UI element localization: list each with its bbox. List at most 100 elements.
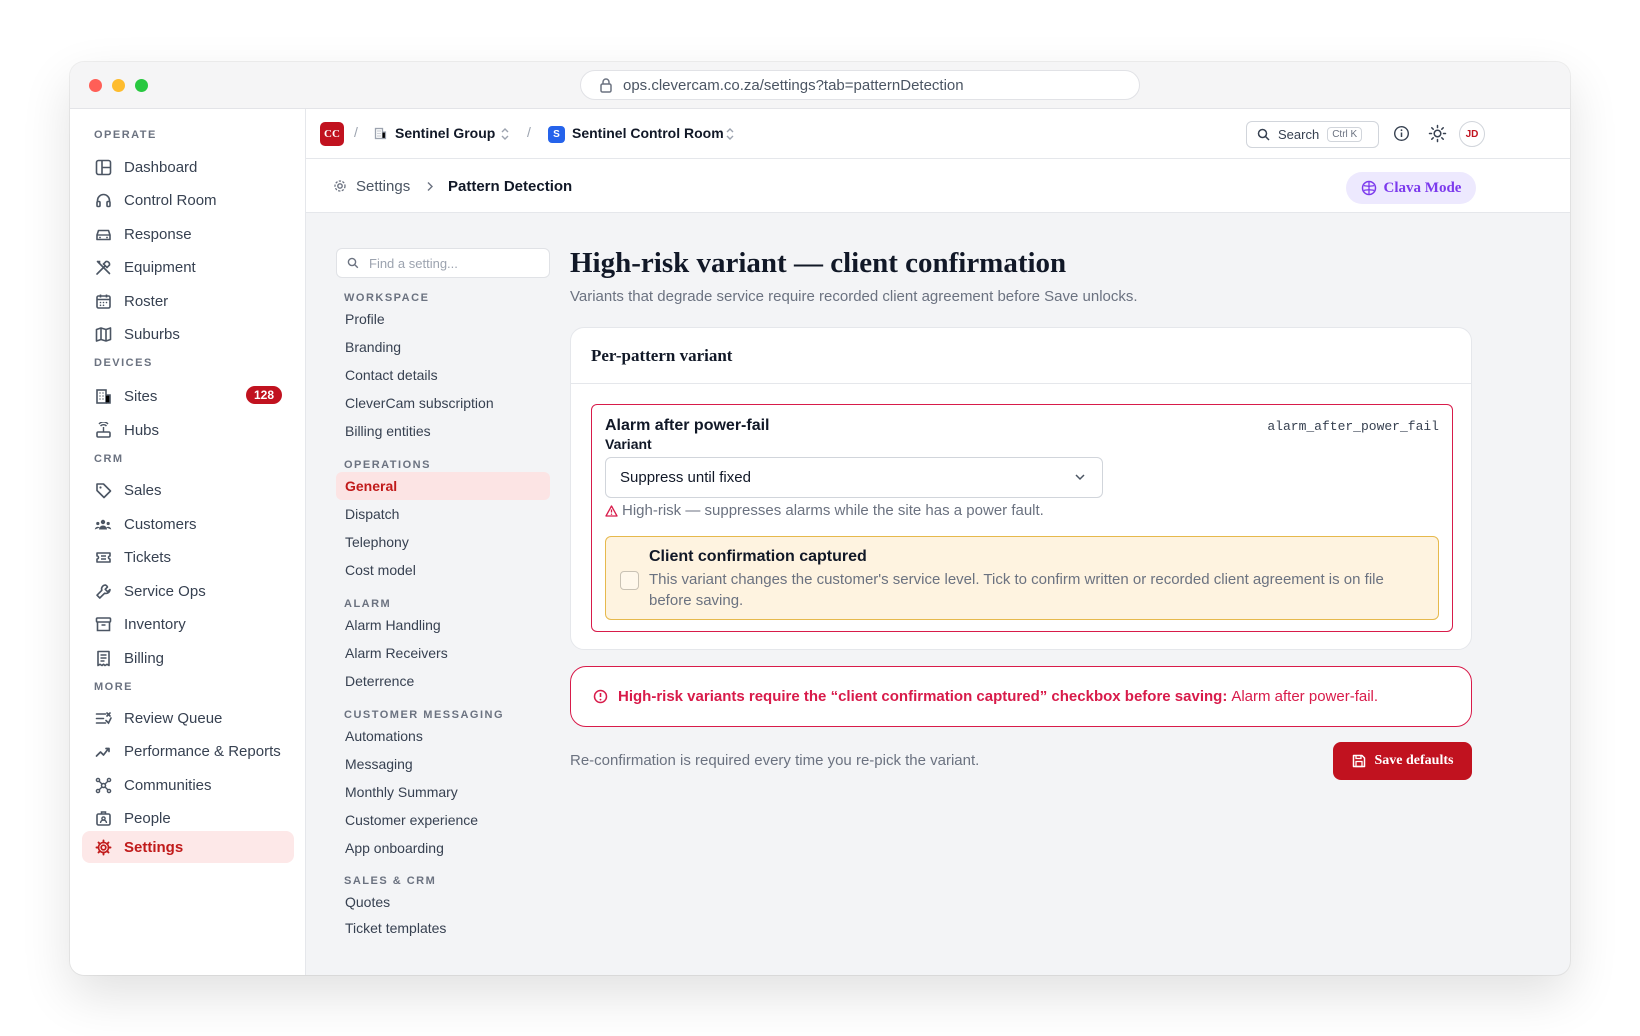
map-icon <box>94 325 112 343</box>
chevron-updown-icon[interactable] <box>500 127 510 141</box>
chevron-down-icon <box>1075 474 1085 481</box>
pattern-key: alarm_after_power_fail <box>1267 419 1439 434</box>
sidebar-item-customers[interactable]: Customers <box>82 508 294 540</box>
sidebar-item-label: Customers <box>124 515 197 533</box>
settings-nav-general[interactable]: General <box>336 472 550 500</box>
org-logo[interactable]: CC <box>320 122 344 146</box>
sidebar-item-label: Inventory <box>124 615 186 633</box>
settings-nav-profile[interactable]: Profile <box>336 305 550 333</box>
lock-icon <box>600 78 612 93</box>
sidebar-item-equipment[interactable]: Equipment <box>82 251 294 283</box>
sidebar-item-label: Settings <box>124 838 184 856</box>
sidebar-item-label: Control Room <box>124 191 217 209</box>
room-switcher[interactable]: Sentinel Control Room <box>572 125 724 141</box>
sun-icon[interactable] <box>1428 124 1447 143</box>
receipt-icon <box>94 649 112 667</box>
save-icon <box>1352 754 1365 768</box>
risk-warning-text: High-risk — suppresses alarms while the … <box>622 502 1044 519</box>
headset-icon <box>94 191 112 209</box>
sidebar-item-service-ops[interactable]: Service Ops <box>82 575 294 607</box>
user-avatar[interactable]: JD <box>1459 121 1485 147</box>
sidebar-item-label: Equipment <box>124 258 196 276</box>
settings-nav-telephony[interactable]: Telephony <box>336 528 550 556</box>
sidebar-item-review-queue[interactable]: Review Queue <box>82 702 294 734</box>
sidebar-item-label: Billing <box>124 649 165 667</box>
settings-nav-ticket-templates[interactable]: Ticket templates <box>336 914 550 942</box>
calendar-icon <box>94 292 112 310</box>
settings-nav-automations[interactable]: Automations <box>336 722 550 750</box>
sidebar-item-suburbs[interactable]: Suburbs <box>82 318 294 350</box>
browser-window: ops.clevercam.co.za/settings?tab=pattern… <box>70 62 1570 975</box>
settings-nav-contact-details[interactable]: Contact details <box>336 361 550 389</box>
sidebar-item-roster[interactable]: Roster <box>82 285 294 317</box>
sidebar-item-dashboard[interactable]: Dashboard <box>82 151 294 183</box>
search-label: Search <box>1278 127 1320 142</box>
confirmation-title: Client confirmation captured <box>649 548 867 565</box>
sidebar-item-label: Response <box>124 225 192 243</box>
settings-nav-subscription[interactable]: CleverCam subscription <box>336 389 550 417</box>
settings-nav-messaging[interactable]: Messaging <box>336 750 550 778</box>
breadcrumb-settings-link[interactable]: Settings <box>356 178 410 195</box>
building-icon <box>374 127 387 140</box>
sidebar-item-control-room[interactable]: Control Room <box>82 184 294 216</box>
settings-nav-customer-experience[interactable]: Customer experience <box>336 806 550 834</box>
sidebar-item-label: Tickets <box>124 548 171 566</box>
sidebar-item-tickets[interactable]: Tickets <box>82 541 294 573</box>
sidebar-item-sales[interactable]: Sales <box>82 474 294 506</box>
client-confirmation-checkbox[interactable] <box>620 571 639 590</box>
sidebar-item-label: Review Queue <box>124 709 223 727</box>
settings-nav-monthly-summary[interactable]: Monthly Summary <box>336 778 550 806</box>
settings-nav-deterrence[interactable]: Deterrence <box>336 667 550 695</box>
sidebar-item-inventory[interactable]: Inventory <box>82 608 294 640</box>
org-switcher[interactable]: Sentinel Group <box>395 125 495 141</box>
sidebar-section-operate: OPERATE <box>94 129 157 141</box>
find-setting-input[interactable]: Find a setting... <box>336 248 550 278</box>
clava-mode-button[interactable]: Clava Mode <box>1346 172 1476 204</box>
sidebar-item-label: People <box>124 809 171 827</box>
validation-error-banner: High-risk variants require the “client c… <box>570 666 1472 727</box>
clava-mode-label: Clava Mode <box>1383 179 1462 196</box>
breadcrumb-current: Pattern Detection <box>448 178 573 195</box>
sidebar-item-billing[interactable]: Billing <box>82 642 294 674</box>
maximize-window-button[interactable] <box>135 79 148 92</box>
info-icon[interactable] <box>1393 125 1410 142</box>
settings-group-sales-crm: SALES & CRM <box>344 875 437 887</box>
sidebar-item-response[interactable]: Response <box>82 218 294 250</box>
sidebar-item-people[interactable]: People <box>82 802 294 834</box>
search-button[interactable]: Search Ctrl K <box>1246 121 1379 148</box>
settings-nav-billing-entities[interactable]: Billing entities <box>336 417 550 445</box>
settings-nav-alarm-handling[interactable]: Alarm Handling <box>336 611 550 639</box>
confirmation-text: This variant changes the customer's serv… <box>649 571 1384 609</box>
error-message-lead: High-risk variants require the “client c… <box>618 688 1228 705</box>
settings-nav-alarm-receivers[interactable]: Alarm Receivers <box>336 639 550 667</box>
sidebar-item-communities[interactable]: Communities <box>82 769 294 801</box>
sidebar-item-performance-reports[interactable]: Performance & Reports <box>82 735 294 767</box>
settings-nav-quotes[interactable]: Quotes <box>336 888 550 916</box>
settings-nav-branding[interactable]: Branding <box>336 333 550 361</box>
archive-icon <box>94 615 112 633</box>
save-defaults-button[interactable]: Save defaults <box>1333 742 1472 780</box>
close-window-button[interactable] <box>89 79 102 92</box>
address-bar[interactable]: ops.clevercam.co.za/settings?tab=pattern… <box>580 70 1140 100</box>
variant-select[interactable]: Suppress until fixed <box>605 457 1103 498</box>
sidebar-item-label: Sales <box>124 481 162 499</box>
sidebar-item-label: Suburbs <box>124 325 180 343</box>
sidebar-section-more: MORE <box>94 681 133 693</box>
search-icon <box>347 257 359 269</box>
chevron-updown-icon[interactable] <box>725 127 735 141</box>
sidebar-item-hubs[interactable]: Hubs <box>82 414 294 446</box>
sidebar-item-sites[interactable]: Sites 128 <box>82 380 294 412</box>
settings-nav-dispatch[interactable]: Dispatch <box>336 500 550 528</box>
minimize-window-button[interactable] <box>112 79 125 92</box>
per-pattern-card: Per-pattern variant Alarm after power-fa… <box>570 327 1472 650</box>
settings-group-alarm: ALARM <box>344 598 392 610</box>
sidebar-item-settings[interactable]: Settings <box>82 831 294 863</box>
router-icon <box>94 421 112 439</box>
settings-nav-cost-model[interactable]: Cost model <box>336 556 550 584</box>
reconfirmation-note: Re-confirmation is required every time y… <box>570 752 980 769</box>
gear-icon <box>94 838 112 856</box>
list-check-icon <box>94 709 112 727</box>
network-icon <box>94 776 112 794</box>
settings-nav-app-onboarding[interactable]: App onboarding <box>336 834 550 862</box>
browser-titlebar: ops.clevercam.co.za/settings?tab=pattern… <box>70 62 1570 109</box>
